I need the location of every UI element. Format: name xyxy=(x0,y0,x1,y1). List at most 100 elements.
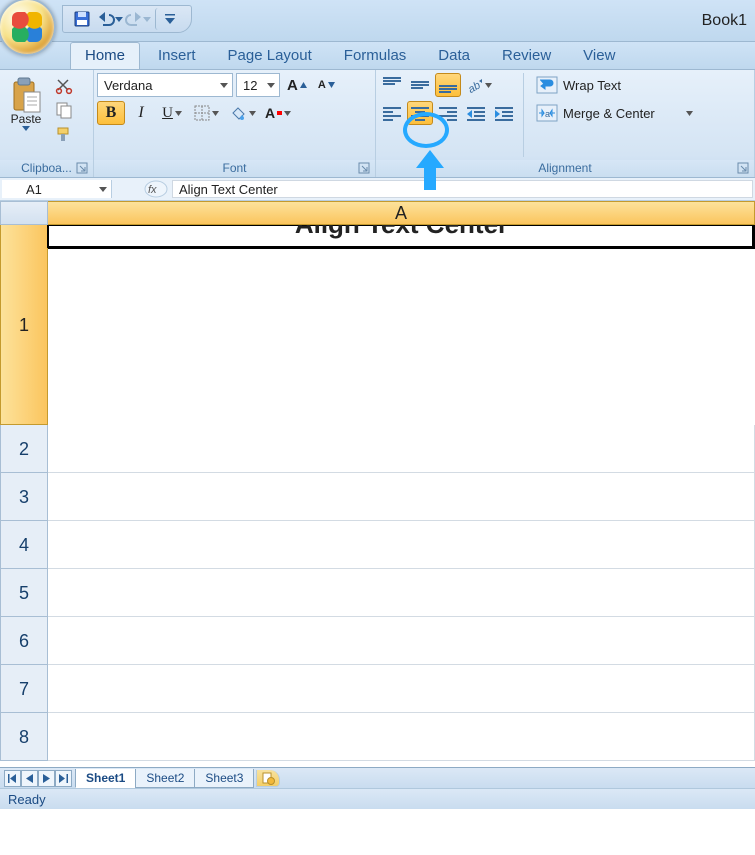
ribbon: Paste Clipboa... xyxy=(0,70,755,178)
align-bottom-button[interactable] xyxy=(435,73,461,97)
align-right-icon xyxy=(439,105,457,121)
paste-button[interactable]: Paste xyxy=(3,73,49,145)
row-header-7[interactable]: 7 xyxy=(0,665,48,713)
wrap-text-label: Wrap Text xyxy=(563,78,621,93)
row-header-4[interactable]: 4 xyxy=(0,521,48,569)
qat-undo-button[interactable] xyxy=(99,8,121,30)
dropdown-icon[interactable] xyxy=(220,83,228,88)
caret-up-icon xyxy=(300,82,307,89)
sheet-tab-3[interactable]: Sheet3 xyxy=(194,769,254,788)
cell-A6[interactable] xyxy=(48,617,755,665)
row-header-3[interactable]: 3 xyxy=(0,473,48,521)
tab-view[interactable]: View xyxy=(569,43,629,69)
format-painter-button[interactable] xyxy=(52,123,76,145)
redo-icon xyxy=(125,12,143,26)
decrease-indent-button[interactable] xyxy=(463,101,489,125)
fill-color-button[interactable] xyxy=(225,101,259,125)
tab-data[interactable]: Data xyxy=(424,43,484,69)
font-color-button[interactable]: A xyxy=(261,101,295,125)
paste-label: Paste xyxy=(11,112,42,126)
dropdown-icon[interactable] xyxy=(115,17,123,22)
font-size-select[interactable]: 12 xyxy=(236,73,280,97)
alignment-launcher[interactable] xyxy=(738,163,751,176)
sheet-tab-1[interactable]: Sheet1 xyxy=(75,769,136,788)
svg-text:ab: ab xyxy=(466,79,483,96)
qat-save-button[interactable] xyxy=(71,8,93,30)
cell-A5[interactable] xyxy=(48,569,755,617)
clipboard-launcher[interactable] xyxy=(77,163,90,176)
grow-font-button[interactable]: A xyxy=(283,73,311,97)
fx-insert-function[interactable]: fx xyxy=(128,180,168,198)
align-left-button[interactable] xyxy=(379,101,405,125)
cell-A2[interactable] xyxy=(48,425,755,473)
qat-redo-button[interactable] xyxy=(127,8,149,30)
cell-A8[interactable] xyxy=(48,713,755,761)
wrap-text-icon xyxy=(537,77,557,93)
sheet-nav-last[interactable] xyxy=(55,770,72,787)
align-right-button[interactable] xyxy=(435,101,461,125)
title-bar: Book1 xyxy=(0,0,755,42)
tab-home[interactable]: Home xyxy=(70,42,140,69)
merge-center-button[interactable]: a Merge & Center xyxy=(530,101,700,125)
new-sheet-button[interactable] xyxy=(256,770,280,787)
formula-input[interactable]: Align Text Center xyxy=(172,180,753,198)
svg-text:a: a xyxy=(545,109,550,119)
group-label-font: Font xyxy=(94,160,375,177)
dropdown-icon xyxy=(22,126,30,131)
font-name-select[interactable]: Verdana xyxy=(97,73,233,97)
align-left-icon xyxy=(383,105,401,121)
wrap-text-button[interactable]: Wrap Text xyxy=(530,73,680,97)
row-header-6[interactable]: 6 xyxy=(0,617,48,665)
align-center-button[interactable] xyxy=(407,101,433,125)
tab-insert[interactable]: Insert xyxy=(144,43,210,69)
font-launcher[interactable] xyxy=(359,163,372,176)
increase-indent-button[interactable] xyxy=(491,101,517,125)
dropdown-icon[interactable] xyxy=(99,187,107,192)
tab-page-layout[interactable]: Page Layout xyxy=(214,43,326,69)
dropdown-icon[interactable] xyxy=(143,17,151,22)
borders-button[interactable] xyxy=(189,101,223,125)
save-icon xyxy=(74,11,90,27)
bold-button[interactable]: B xyxy=(97,101,125,125)
bold-icon: B xyxy=(106,104,117,122)
dropdown-icon xyxy=(249,111,256,116)
cut-button[interactable] xyxy=(52,75,76,97)
underline-button[interactable]: U xyxy=(157,101,187,125)
sheet-nav-prev[interactable] xyxy=(21,770,38,787)
orientation-button[interactable]: ab xyxy=(463,73,496,97)
dropdown-icon xyxy=(212,111,219,116)
dropdown-icon[interactable] xyxy=(267,83,275,88)
cell-A7[interactable] xyxy=(48,665,755,713)
new-sheet-icon xyxy=(262,772,274,784)
align-middle-button[interactable] xyxy=(407,73,433,97)
row-header-5[interactable]: 5 xyxy=(0,569,48,617)
sheet-nav-next[interactable] xyxy=(38,770,55,787)
cell-A1[interactable]: Align Text Center xyxy=(48,225,755,249)
customize-icon xyxy=(165,13,175,25)
select-all-corner[interactable] xyxy=(0,201,48,225)
cell-A4[interactable] xyxy=(48,521,755,569)
tab-review[interactable]: Review xyxy=(488,43,565,69)
group-clipboard: Paste Clipboa... xyxy=(0,70,94,177)
shrink-font-button[interactable]: A xyxy=(314,73,339,97)
cell-A3[interactable] xyxy=(48,473,755,521)
row-header-2[interactable]: 2 xyxy=(0,425,48,473)
sheet-nav-first[interactable] xyxy=(4,770,21,787)
formula-bar: A1 fx Align Text Center xyxy=(0,178,755,201)
italic-button[interactable]: I xyxy=(127,101,155,125)
align-top-button[interactable] xyxy=(379,73,405,97)
column-header-A[interactable]: A xyxy=(48,201,755,225)
tab-formulas[interactable]: Formulas xyxy=(330,43,421,69)
name-box[interactable]: A1 xyxy=(2,180,112,198)
paintbrush-icon xyxy=(56,126,72,142)
svg-text:fx: fx xyxy=(148,184,157,196)
qat-customize-button[interactable] xyxy=(155,8,177,30)
italic-icon: I xyxy=(138,104,143,122)
row-header-1[interactable]: 1 xyxy=(0,225,48,425)
fx-button-area: fx xyxy=(114,178,172,200)
copy-button[interactable] xyxy=(52,99,76,121)
dropdown-icon xyxy=(686,111,693,116)
row-headers: 1 2 3 4 5 6 7 8 xyxy=(0,225,48,767)
row-header-8[interactable]: 8 xyxy=(0,713,48,761)
sheet-tab-2[interactable]: Sheet2 xyxy=(135,769,195,788)
